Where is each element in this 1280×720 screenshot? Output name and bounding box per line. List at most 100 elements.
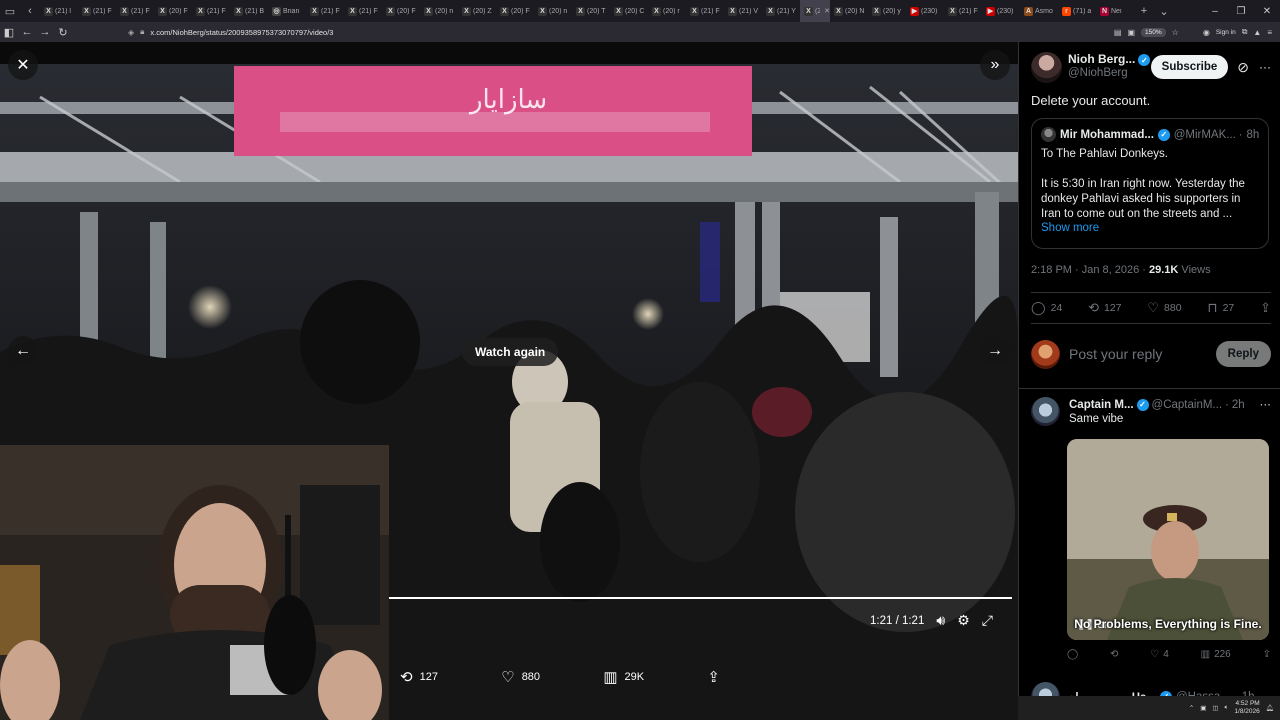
reply-repost-button[interactable]: ⟲ bbox=[1110, 649, 1118, 660]
show-more-link[interactable]: Show more bbox=[1041, 222, 1259, 234]
notification-icon[interactable]: 🔔︎ bbox=[1266, 704, 1274, 712]
close-window-icon[interactable]: ✕ bbox=[1254, 6, 1280, 17]
video-frame[interactable]: ﺳﺎﺯﺍﻳﺎﺭ bbox=[0, 42, 1018, 720]
reply-input[interactable]: Post your reply bbox=[1069, 346, 1216, 362]
browser-tab[interactable]: X (20) N bbox=[830, 0, 868, 22]
tray-chevron-icon[interactable]: ⌃ bbox=[1189, 704, 1194, 712]
bar-chart-icon: ▥ bbox=[603, 669, 618, 686]
viewer-share-button[interactable]: ⇪ bbox=[707, 668, 720, 686]
browser-tab[interactable]: X (21) l bbox=[40, 0, 78, 22]
settings-gear-icon[interactable]: ⚙ bbox=[957, 612, 970, 629]
sidebar-toggle-icon[interactable]: ▭ bbox=[0, 0, 20, 22]
reload-icon[interactable]: ↻ bbox=[54, 22, 72, 42]
fullscreen-icon[interactable]: ⤢ bbox=[982, 612, 993, 629]
url-field[interactable]: ◈ 🔒︎ x.com/NiohBerg/status/2009358975373… bbox=[128, 27, 333, 37]
viewer-like-button[interactable]: ♡ 880 bbox=[501, 668, 540, 686]
reply-views-button[interactable]: ▥ 226 bbox=[1201, 649, 1231, 660]
reply-more-icon[interactable]: ··· bbox=[1260, 399, 1272, 411]
tray-network-icon[interactable]: ◫ bbox=[1212, 704, 1218, 712]
tray-app-icon[interactable]: ▣ bbox=[1200, 704, 1206, 712]
current-user-avatar[interactable] bbox=[1031, 339, 1060, 369]
viewer-views-button[interactable]: ▥ 29K bbox=[603, 668, 644, 686]
tray-volume-icon[interactable]: 🔈︎ bbox=[1225, 704, 1229, 712]
reply-comment-button[interactable]: ◯ bbox=[1067, 649, 1078, 660]
author-name-link[interactable]: Nioh Berg... ✓ bbox=[1068, 53, 1151, 67]
tab-scroll-left-icon[interactable]: ‹ bbox=[20, 0, 40, 22]
browser-tab[interactable]: r (71) a bbox=[1058, 0, 1096, 22]
picture-in-picture-icon[interactable]: ▣ bbox=[1127, 28, 1135, 37]
browser-tab[interactable]: X (20) C bbox=[610, 0, 648, 22]
forward-icon[interactable]: → bbox=[36, 22, 54, 42]
zoom-level[interactable]: 150% bbox=[1141, 27, 1166, 37]
reader-view-icon[interactable]: ▤ bbox=[1114, 28, 1122, 37]
browser-tab[interactable]: X (20) Z bbox=[458, 0, 496, 22]
reply-share-button[interactable]: ⇪ bbox=[1263, 649, 1271, 660]
restore-icon[interactable]: ❐ bbox=[1228, 6, 1254, 17]
browser-tab[interactable]: X (20) F bbox=[496, 0, 534, 22]
tab-list-icon[interactable]: ⌄ bbox=[1154, 0, 1174, 22]
sidebar-icon[interactable]: ◧ bbox=[0, 22, 18, 42]
browser-tab[interactable]: X (21) Y bbox=[762, 0, 800, 22]
grok-icon[interactable]: ⊘ bbox=[1237, 59, 1249, 76]
browser-tab[interactable]: ◎ Brian bbox=[268, 0, 306, 22]
post-date[interactable]: 2:18 PM · Jan 8, 2026 · bbox=[1031, 264, 1149, 276]
browser-tab[interactable]: X (21) F bbox=[116, 0, 154, 22]
system-clock[interactable]: 4:52 PM 1/8/2026 bbox=[1234, 700, 1259, 716]
browser-tab[interactable]: X (20) F bbox=[382, 0, 420, 22]
browser-tab[interactable]: A Asmo bbox=[1020, 0, 1058, 22]
browser-tab[interactable]: X (20) n bbox=[420, 0, 458, 22]
browser-tab[interactable]: X (21) B bbox=[230, 0, 268, 22]
browser-tab[interactable]: X (20) n bbox=[534, 0, 572, 22]
browser-tab[interactable]: X (20) y bbox=[868, 0, 906, 22]
bookmark-stat-button[interactable]: ⊓ 27 bbox=[1207, 300, 1234, 316]
reddit-icon: r bbox=[1062, 6, 1071, 16]
reply-author-name[interactable]: Captain M... bbox=[1069, 399, 1134, 411]
extension-badge-icon[interactable]: ▲ bbox=[1253, 28, 1261, 37]
bookmark-star-icon[interactable]: ☆ bbox=[1172, 28, 1179, 37]
browser-tab[interactable]: ▶ (230) bbox=[982, 0, 1020, 22]
reply-like-button[interactable]: ♡ 4 bbox=[1150, 649, 1169, 660]
menu-icon[interactable]: ≡ bbox=[1267, 28, 1272, 37]
browser-tab[interactable]: X (21) F bbox=[78, 0, 116, 22]
reply-item[interactable]: Captain M... ✓ @CaptainM... · 2h ··· Sam… bbox=[1031, 397, 1272, 660]
viewer-repost-button[interactable]: ⟲ 127 bbox=[400, 668, 438, 686]
volume-icon[interactable]: 🔊︎ bbox=[936, 612, 945, 629]
author-handle[interactable]: @NiohBerg bbox=[1068, 67, 1150, 80]
browser-tab[interactable]: X (20) F bbox=[154, 0, 192, 22]
account-icon[interactable]: ◉ bbox=[1203, 28, 1210, 37]
close-viewer-button[interactable]: ✕ bbox=[8, 50, 38, 80]
reply-gif[interactable]: ❚❚ GIF No Problems, Everything is Fine. bbox=[1067, 439, 1269, 640]
like-stat-button[interactable]: ♡ 880 bbox=[1147, 300, 1181, 316]
browser-tab[interactable]: X (20) T bbox=[572, 0, 610, 22]
back-icon[interactable]: ← bbox=[18, 22, 36, 42]
browser-tab[interactable]: X (21) V bbox=[724, 0, 762, 22]
browser-tab[interactable]: X (20) r bbox=[648, 0, 686, 22]
more-options-icon[interactable]: ··· bbox=[1259, 60, 1271, 74]
next-media-button[interactable]: → bbox=[980, 336, 1010, 366]
reply-stat-button[interactable]: ◯ 24 bbox=[1031, 300, 1062, 316]
watch-again-button[interactable]: Watch again bbox=[462, 338, 559, 366]
browser-tab[interactable]: X (21) F bbox=[686, 0, 724, 22]
browser-tab[interactable]: ▶ (230) bbox=[906, 0, 944, 22]
reply-button[interactable]: Reply bbox=[1215, 341, 1271, 367]
browser-tab[interactable]: X(21)✕ bbox=[800, 0, 830, 22]
sign-in-link[interactable]: Sign in bbox=[1216, 29, 1236, 36]
subscribe-button[interactable]: Subscribe bbox=[1150, 55, 1229, 79]
repost-icon: ⟲ bbox=[1088, 300, 1099, 315]
share-stat-button[interactable]: ⇪ bbox=[1260, 300, 1271, 316]
reply-author-avatar[interactable] bbox=[1031, 397, 1060, 426]
collapse-panel-button[interactable]: » bbox=[980, 50, 1010, 80]
browser-tab[interactable]: X (21) F bbox=[192, 0, 230, 22]
quoted-post[interactable]: Mir Mohammad... ✓ @MirMAK... · 8h To The… bbox=[1031, 118, 1269, 249]
author-avatar[interactable] bbox=[1031, 51, 1062, 83]
video-progress-bar[interactable] bbox=[389, 597, 1012, 599]
new-tab-button[interactable]: + bbox=[1134, 0, 1154, 22]
browser-tab[interactable]: N Nei bbox=[1096, 0, 1134, 22]
extensions-icon[interactable]: ⧉ bbox=[1242, 27, 1248, 37]
minimize-icon[interactable]: – bbox=[1202, 6, 1228, 17]
browser-tab[interactable]: X (21) F bbox=[944, 0, 982, 22]
browser-tab[interactable]: X (21) F bbox=[344, 0, 382, 22]
repost-stat-button[interactable]: ⟲ 127 bbox=[1088, 300, 1121, 316]
previous-media-button[interactable]: ← bbox=[8, 336, 38, 366]
browser-tab[interactable]: X (21) F bbox=[306, 0, 344, 22]
